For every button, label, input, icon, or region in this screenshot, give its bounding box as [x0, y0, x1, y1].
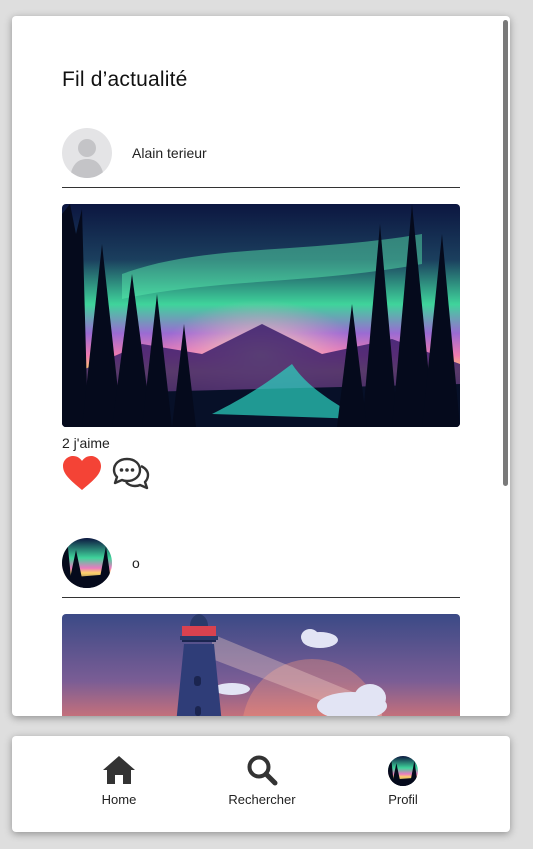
nav-home-button[interactable]: Home	[69, 754, 169, 807]
heart-icon[interactable]	[62, 456, 102, 492]
lighthouse-sunset-illustration	[62, 614, 460, 716]
scrollbar[interactable]	[503, 20, 508, 486]
user-placeholder-icon	[62, 128, 112, 178]
avatar[interactable]	[62, 128, 112, 178]
comment-bubbles-icon[interactable]	[112, 455, 150, 491]
page-title: Fil d’actualité	[62, 68, 188, 91]
nav-search-button[interactable]: Rechercher	[212, 754, 312, 807]
nav-search-label: Rechercher	[228, 792, 296, 807]
post-image	[62, 614, 460, 716]
bottom-nav: Home Rechercher Profil	[12, 736, 510, 832]
post-image	[62, 204, 460, 427]
search-icon	[247, 755, 278, 786]
like-count: 2 j'aime	[62, 435, 110, 451]
post-card: Alain terieur 2 j'aime	[62, 128, 460, 490]
nav-home-label: Home	[101, 792, 137, 807]
post-header: o	[62, 538, 460, 598]
nav-profile-button[interactable]: Profil	[353, 754, 453, 807]
post-card: o	[62, 538, 460, 716]
feed-panel: Fil d’actualité Alain terieur 2 j'aime o	[12, 16, 510, 716]
home-icon	[103, 756, 135, 784]
nav-profile-label: Profil	[388, 792, 418, 807]
post-header: Alain terieur	[62, 128, 460, 188]
aurora-forest-avatar	[62, 538, 112, 588]
avatar[interactable]	[62, 538, 112, 588]
profile-avatar	[388, 756, 418, 786]
aurora-forest-illustration	[62, 204, 460, 427]
post-author[interactable]: o	[132, 555, 140, 571]
post-author[interactable]: Alain terieur	[132, 145, 207, 161]
